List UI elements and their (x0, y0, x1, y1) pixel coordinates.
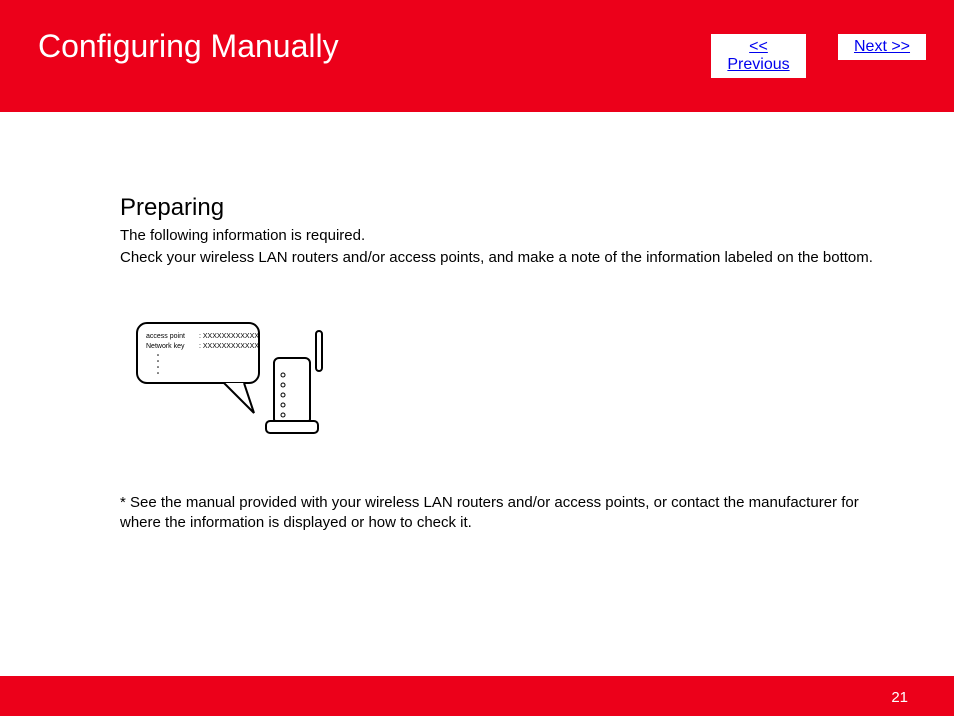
footer-bar: 21 (0, 676, 954, 716)
intro-line-1: The following information is required. (120, 226, 914, 246)
content-area: Preparing The following information is r… (0, 112, 954, 533)
next-button[interactable]: Next >> (838, 34, 926, 60)
intro-line-2: Check your wireless LAN routers and/or a… (120, 248, 914, 268)
footnote: * See the manual provided with your wire… (120, 493, 880, 534)
illus-label-accesspoint: access point (146, 333, 185, 340)
illus-mask-2: : XXXXXXXXXXXX (199, 343, 259, 350)
section-heading: Preparing (120, 194, 914, 222)
page-title: Configuring Manually (38, 28, 339, 65)
router-label-illustration: access point : XXXXXXXXXXXX Network key … (134, 313, 334, 453)
illus-label-networkkey: Network key (146, 343, 185, 350)
previous-button[interactable]: << Previous (711, 34, 806, 78)
illus-mask-1: : XXXXXXXXXXXX (199, 333, 259, 340)
page-number: 21 (891, 689, 908, 706)
header-bar: Configuring Manually << Previous Next >> (0, 0, 954, 112)
